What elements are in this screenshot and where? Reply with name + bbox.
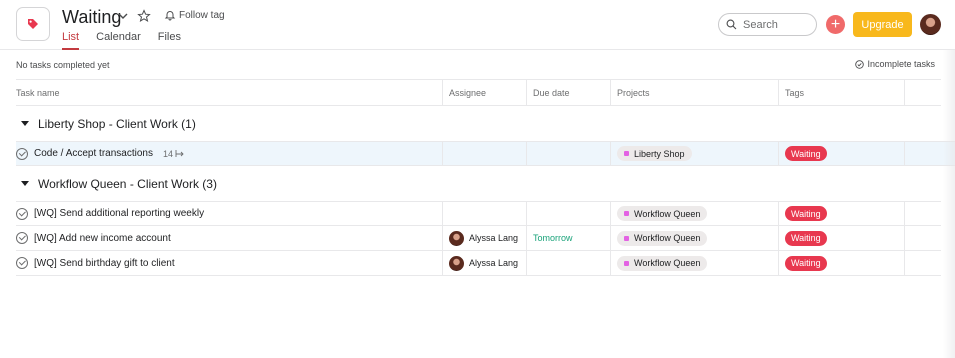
bell-icon (164, 11, 176, 21)
add-button[interactable]: + (826, 15, 845, 34)
assignee-name: Alyssa Lang (469, 233, 519, 243)
view-tabs: List Calendar Files (62, 31, 181, 50)
due-date-cell[interactable]: Tomorrow (527, 226, 611, 250)
star-icon[interactable] (137, 9, 151, 23)
project-color-dot (624, 260, 629, 266)
tag-icon (16, 7, 50, 41)
column-header-projects[interactable]: Projects (611, 80, 779, 105)
column-header-assignee[interactable]: Assignee (443, 80, 527, 105)
due-date-cell[interactable] (527, 251, 611, 275)
follow-tag-label: Follow tag (179, 9, 225, 21)
tag-pill[interactable]: Waiting (785, 230, 827, 246)
check-circle-icon (855, 59, 865, 69)
complete-checkbox[interactable] (16, 147, 28, 160)
table-header: Task name Assignee Due date Projects Tag… (16, 79, 941, 106)
assignee-cell[interactable]: Alyssa Lang (443, 226, 527, 250)
section-header[interactable]: Liberty Shop - Client Work (1) (16, 106, 941, 141)
avatar (449, 255, 464, 271)
completed-status: No tasks completed yet (16, 60, 110, 70)
tab-files[interactable]: Files (158, 31, 181, 50)
search-icon (726, 19, 737, 30)
tab-calendar[interactable]: Calendar (96, 31, 141, 50)
caret-down-icon[interactable] (21, 181, 29, 186)
task-row[interactable]: [WQ] Add new income account Alyssa Lang … (16, 226, 941, 251)
tags-cell[interactable]: Waiting (779, 226, 905, 250)
tags-cell[interactable]: Waiting (779, 202, 905, 225)
complete-checkbox[interactable] (16, 257, 28, 269)
column-header-due[interactable]: Due date (527, 80, 611, 105)
follow-tag-button[interactable]: Follow tag (164, 9, 225, 21)
chevron-down-icon[interactable] (117, 10, 129, 22)
assignee-cell[interactable]: Alyssa Lang (443, 251, 527, 275)
complete-checkbox[interactable] (16, 232, 28, 244)
subtask-count[interactable]: 14 (163, 149, 185, 159)
due-date-cell[interactable] (527, 202, 611, 225)
task-row[interactable]: Code / Accept transactions 14 Liberty Sh… (16, 141, 955, 166)
project-pill[interactable]: Workflow Queen (617, 255, 708, 271)
project-pill[interactable]: Liberty Shop (617, 146, 692, 161)
due-date: Tomorrow (533, 233, 573, 243)
avatar (449, 230, 464, 246)
page-title: Waiting (62, 7, 122, 27)
task-table: Task name Assignee Due date Projects Tag… (16, 79, 955, 276)
tab-list[interactable]: List (62, 31, 80, 50)
search-placeholder: Search (743, 18, 778, 31)
page-header: Waiting Follow tag List Calendar Files S… (0, 0, 955, 50)
section-title: Liberty Shop - Client Work (1) (38, 116, 196, 131)
scroll-edge-shadow (943, 50, 955, 358)
subtasks-icon (175, 150, 184, 157)
due-date-cell[interactable] (527, 142, 611, 165)
section-title: Workflow Queen - Client Work (3) (38, 176, 217, 191)
tag-pill[interactable]: Waiting (785, 206, 827, 221)
project-pill[interactable]: Workflow Queen (617, 206, 708, 221)
incomplete-tasks-filter[interactable]: Incomplete tasks (855, 59, 935, 69)
search-input[interactable]: Search (718, 13, 817, 36)
projects-cell[interactable]: Workflow Queen (611, 251, 779, 275)
column-header-name[interactable]: Task name (16, 80, 443, 105)
tag-pill[interactable]: Waiting (785, 146, 827, 161)
assignee-cell[interactable] (443, 142, 527, 165)
task-row[interactable]: [WQ] Send additional reporting weekly Wo… (16, 201, 941, 226)
column-header-tags[interactable]: Tags (779, 80, 905, 105)
section-header[interactable]: Workflow Queen - Client Work (3) (16, 166, 941, 201)
projects-cell[interactable]: Workflow Queen (611, 202, 779, 225)
assignee-cell[interactable] (443, 202, 527, 225)
tag-pill[interactable]: Waiting (785, 255, 827, 271)
user-avatar[interactable] (920, 14, 941, 35)
upgrade-button[interactable]: Upgrade (853, 12, 912, 37)
task-name[interactable]: Code / Accept transactions (34, 148, 153, 159)
caret-down-icon[interactable] (21, 121, 29, 126)
complete-checkbox[interactable] (16, 207, 28, 220)
projects-cell[interactable]: Liberty Shop (611, 142, 779, 165)
task-name[interactable]: [WQ] Add new income account (34, 233, 171, 244)
project-color-dot (624, 235, 629, 241)
task-name[interactable]: [WQ] Send birthday gift to client (34, 258, 175, 269)
tags-cell[interactable]: Waiting (779, 142, 905, 165)
task-name[interactable]: [WQ] Send additional reporting weekly (34, 208, 204, 219)
incomplete-tasks-label: Incomplete tasks (867, 59, 935, 69)
projects-cell[interactable]: Workflow Queen (611, 226, 779, 250)
project-color-dot (624, 211, 629, 216)
assignee-name: Alyssa Lang (469, 258, 519, 268)
task-row[interactable]: [WQ] Send birthday gift to client Alyssa… (16, 251, 941, 276)
project-pill[interactable]: Workflow Queen (617, 230, 708, 246)
project-color-dot (624, 151, 629, 156)
column-header-add[interactable] (905, 80, 941, 105)
tags-cell[interactable]: Waiting (779, 251, 905, 275)
